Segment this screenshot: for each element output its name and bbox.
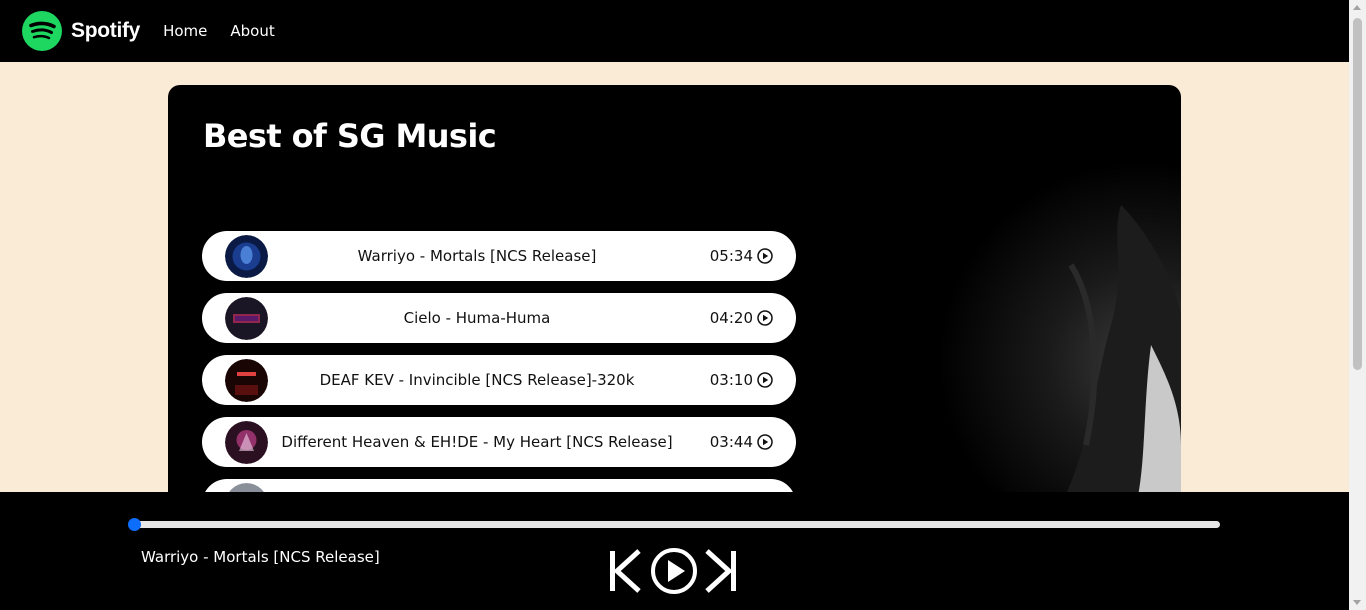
song-cover	[225, 297, 268, 340]
duration-text: 05:34	[709, 247, 753, 265]
next-icon[interactable]	[704, 548, 738, 594]
play-circle-icon[interactable]	[757, 310, 773, 326]
song-cover	[225, 235, 268, 278]
song-cover	[225, 359, 268, 402]
player-bar: Warriyo - Mortals [NCS Release]	[0, 492, 1349, 610]
spotify-logo-icon	[22, 11, 62, 51]
scroll-down-icon[interactable]	[1353, 600, 1361, 605]
song-item[interactable]: Different Heaven & EH!DE - My Heart [NCS…	[202, 417, 796, 467]
play-icon[interactable]	[650, 547, 698, 595]
brand-name: Spotify	[71, 19, 141, 42]
scrollbar-thumb[interactable]	[1353, 18, 1362, 370]
song-name: Different Heaven & EH!DE - My Heart [NCS…	[281, 433, 673, 451]
navbar: Spotify Home About	[0, 0, 1349, 62]
nav-link-about[interactable]: About	[230, 22, 274, 40]
song-duration: 03:44	[710, 433, 773, 451]
scroll-up-icon[interactable]	[1353, 5, 1361, 10]
brand[interactable]: Spotify	[22, 11, 140, 51]
nav-link-home[interactable]: Home	[163, 22, 207, 40]
player-controls	[608, 547, 738, 595]
progress-bar[interactable]	[128, 518, 1220, 531]
song-duration: 04:20	[710, 309, 773, 327]
playlist-title: Best of SG Music	[203, 117, 497, 155]
song-name: DEAF KEV - Invincible [NCS Release]-320k	[319, 371, 635, 389]
play-circle-icon[interactable]	[757, 372, 773, 388]
song-name: Warriyo - Mortals [NCS Release]	[357, 247, 597, 265]
song-cover	[225, 421, 268, 464]
duration-text: 03:44	[709, 433, 753, 451]
current-song-name: Warriyo - Mortals [NCS Release]	[141, 548, 380, 566]
song-item[interactable]: DEAF KEV - Invincible [NCS Release]-320k…	[202, 355, 796, 405]
playlist-container: Best of SG Music Warriyo - Mortals [NCS …	[168, 85, 1181, 505]
song-name: Cielo - Huma-Huma	[403, 309, 551, 327]
duration-text: 03:10	[709, 371, 753, 389]
song-list: Warriyo - Mortals [NCS Release] 05:34 Ci…	[202, 231, 796, 505]
song-item[interactable]: Cielo - Huma-Huma 04:20	[202, 293, 796, 343]
song-item[interactable]: Warriyo - Mortals [NCS Release] 05:34	[202, 231, 796, 281]
progress-thumb[interactable]	[128, 518, 141, 531]
play-circle-icon[interactable]	[757, 434, 773, 450]
background-artwork	[921, 145, 1181, 505]
duration-text: 04:20	[709, 309, 753, 327]
play-circle-icon[interactable]	[757, 248, 773, 264]
song-duration: 05:34	[710, 247, 773, 265]
page-scrollbar[interactable]	[1349, 0, 1366, 610]
previous-icon[interactable]	[608, 548, 642, 594]
song-duration: 03:10	[710, 371, 773, 389]
